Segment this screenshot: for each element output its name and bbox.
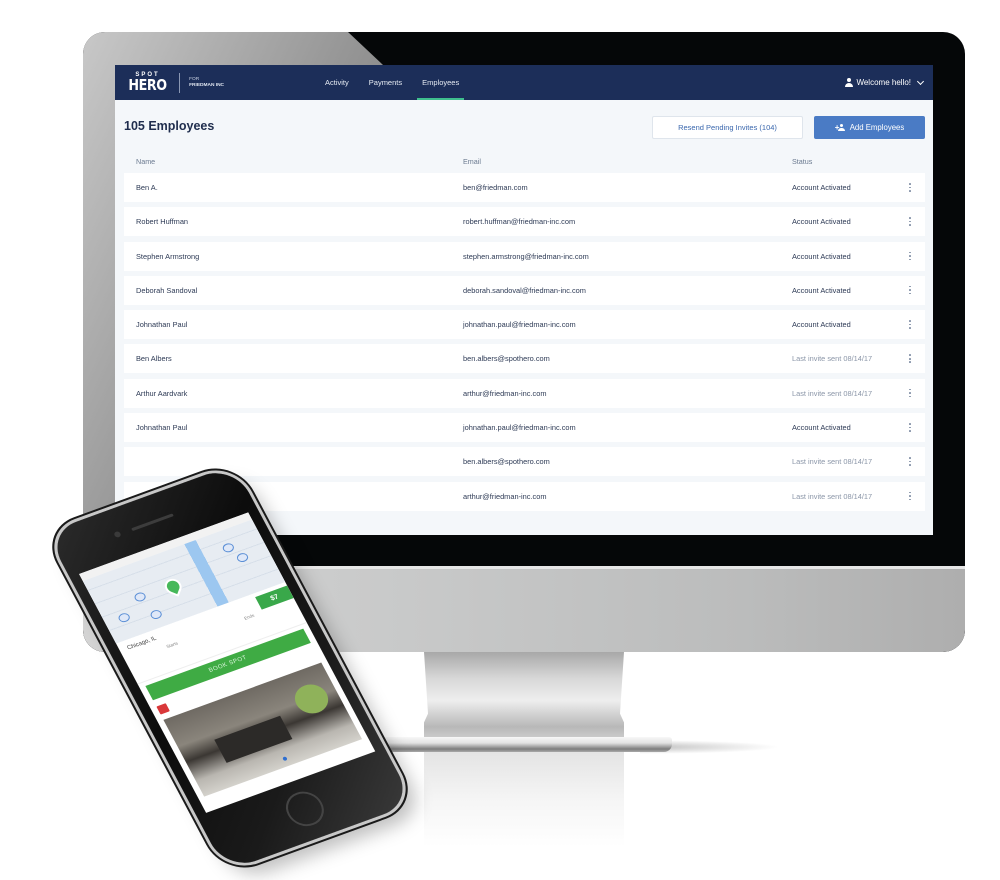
employee-status: Account Activated <box>792 285 851 295</box>
more-options-icon[interactable] <box>907 491 913 502</box>
employee-email: johnathan.paul@friedman-inc.com <box>463 320 576 330</box>
column-header-status[interactable]: Status <box>792 157 812 166</box>
map-pin-icon[interactable] <box>221 541 236 554</box>
chevron-down-icon <box>916 77 925 85</box>
employee-status: Last invite sent 08/14/17 <box>792 354 873 364</box>
more-options-icon[interactable] <box>907 251 913 262</box>
carousel-dot <box>282 756 288 762</box>
map-pin-icon[interactable] <box>148 608 164 621</box>
map-pin-icon[interactable] <box>132 591 148 603</box>
add-employees-button[interactable]: + Add Employees <box>814 116 925 139</box>
employee-name: Johnathan Paul <box>136 423 188 433</box>
user-menu[interactable]: Welcome hello! <box>844 65 925 100</box>
logo-wordmark: SPOT HERO <box>125 72 170 93</box>
employee-status: Account Activated <box>792 183 851 192</box>
table-row[interactable]: Johnathan Paul johnathan.paul@friedman-in… <box>124 413 925 443</box>
table-row[interactable]: Deborah Sandoval deborah.sandoval@friedma… <box>124 275 925 305</box>
employee-status: Account Activated <box>792 251 851 261</box>
map-pin-icon[interactable] <box>116 611 132 624</box>
employee-name: Johnathan Paul <box>136 320 188 330</box>
company-name: FRIEDMAN INC <box>189 82 225 88</box>
employee-email: johnathan.paul@friedman-inc.com <box>463 423 576 433</box>
more-options-icon[interactable] <box>907 388 913 399</box>
table-row[interactable]: Ben Albers ben.albers@spothero.com Last in… <box>124 344 925 374</box>
more-options-icon[interactable] <box>907 182 913 193</box>
user-menu-label: Welcome hello! <box>856 78 911 87</box>
more-options-icon[interactable] <box>907 285 913 296</box>
employee-email: stephen.armstrong@friedman-inc.com <box>463 251 589 261</box>
employee-status: Account Activated <box>792 217 851 227</box>
employee-name: Arthur Aardvark <box>136 388 188 398</box>
employee-email: ben@friedman.com <box>463 183 528 192</box>
resend-invites-button[interactable]: Resend Pending Invites (104) <box>652 116 803 139</box>
employee-status: Last invite sent 08/14/17 <box>792 388 873 398</box>
user-icon <box>844 78 853 87</box>
employee-email: arthur@friedman-inc.com <box>463 491 547 501</box>
phone-ends[interactable]: Ends <box>243 613 255 621</box>
page-header: 105 Employees Resend Pending Invites (10… <box>115 100 933 150</box>
company-label: FOR FRIEDMAN INC <box>189 77 224 89</box>
logo-divider <box>179 72 181 93</box>
table-row[interactable]: Robert Huffman robert.huffman@friedman-in… <box>124 207 925 237</box>
tab-activity[interactable]: Activity <box>315 65 359 100</box>
employee-status: Last invite sent 08/14/17 <box>792 491 873 501</box>
column-header-email[interactable]: Email <box>463 157 481 166</box>
table-row[interactable]: Arthur Aardvark arthur@friedman-inc.com La… <box>124 378 925 408</box>
table-row[interactable]: Stephen Armstrong stephen.armstrong@fried… <box>124 241 925 271</box>
app-screen: SPOT HERO FOR FRIEDMAN INC Activity Paym… <box>115 65 933 535</box>
table-row[interactable]: ben.albers@spothero.com Last invite sent … <box>124 447 925 477</box>
add-user-icon: + <box>835 123 846 132</box>
table-row[interactable]: Johnathan Paul johnathan.paul@friedman-in… <box>124 310 925 340</box>
stand-reflection <box>424 752 624 847</box>
column-header-name[interactable]: Name <box>136 157 155 166</box>
employee-name: Ben A. <box>136 183 158 192</box>
monitor-stand-neck <box>424 652 624 740</box>
more-options-icon[interactable] <box>907 319 913 330</box>
employee-email: arthur@friedman-inc.com <box>463 388 547 398</box>
tab-payments[interactable]: Payments <box>359 65 412 100</box>
more-options-icon[interactable] <box>907 456 913 467</box>
employee-email: robert.huffman@friedman-inc.com <box>463 217 576 227</box>
map-pin-icon[interactable] <box>235 551 250 564</box>
more-options-icon[interactable] <box>907 353 913 364</box>
employee-name: Stephen Armstrong <box>136 251 200 261</box>
page-title: 105 Employees <box>124 119 215 133</box>
table-header: Name Email Status <box>115 150 933 173</box>
monitor-stand-base <box>375 737 672 752</box>
phone-starts[interactable]: Starts <box>165 640 178 648</box>
employee-email: ben.albers@spothero.com <box>463 354 550 364</box>
employee-email: deborah.sandoval@friedman-inc.com <box>463 285 586 295</box>
spothero-logo[interactable]: SPOT HERO FOR FRIEDMAN INC <box>125 72 224 93</box>
employee-name: Robert Huffman <box>136 217 189 227</box>
top-navbar: SPOT HERO FOR FRIEDMAN INC Activity Paym… <box>115 65 933 100</box>
more-options-icon[interactable] <box>907 216 913 227</box>
employee-email: ben.albers@spothero.com <box>463 457 550 467</box>
logo-hero-text: HERO <box>128 76 167 94</box>
employee-status: Account Activated <box>792 320 851 330</box>
employee-status: Account Activated <box>792 423 851 433</box>
employee-name: Ben Albers <box>136 354 172 364</box>
tab-employees[interactable]: Employees <box>412 65 469 100</box>
table-row[interactable]: Ben A. ben@friedman.com Account Activated <box>124 173 925 202</box>
add-employees-label: Add Employees <box>849 123 905 132</box>
more-options-icon[interactable] <box>907 422 913 433</box>
employee-name: Deborah Sandoval <box>136 285 198 295</box>
selected-spot-pin-icon[interactable] <box>162 576 184 597</box>
employee-status: Last invite sent 08/14/17 <box>792 457 873 467</box>
employee-table-body: Ben A. ben@friedman.com Account Activated … <box>115 173 933 511</box>
nav-tabs: Activity Payments Employees <box>315 65 469 100</box>
notice-icon <box>156 703 170 715</box>
